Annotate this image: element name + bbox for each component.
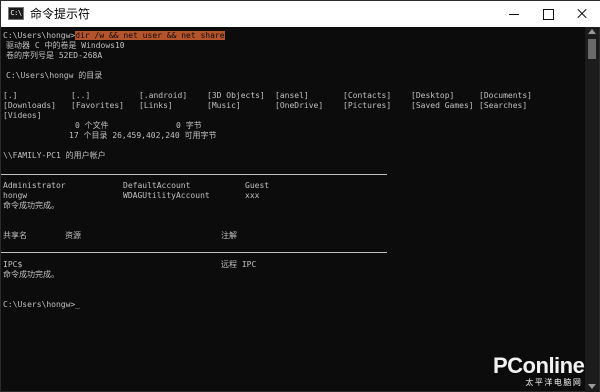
- title-bar[interactable]: C:\ 命令提示符: [1, 1, 600, 27]
- share-header-name: 共享名: [3, 231, 27, 240]
- directory-entry: [3D Objects]: [207, 91, 265, 100]
- maximize-button[interactable]: [531, 1, 565, 27]
- share-name: IPC$: [3, 260, 23, 269]
- user-accounts-header: \\FAMILY-PC1 的用户帐户: [3, 151, 106, 160]
- console-output[interactable]: C:\Users\hongw>dir /w && net user && net…: [1, 27, 583, 392]
- directory-header: C:\Users\hongw 的目录: [6, 71, 103, 80]
- selected-command: dir /w && net user && net share: [75, 31, 225, 40]
- divider: [1, 174, 387, 175]
- user-account: Administrator: [3, 181, 66, 190]
- window-title: 命令提示符: [30, 7, 91, 21]
- vertical-scrollbar[interactable]: [585, 27, 599, 392]
- directory-entry: [Desktop]: [411, 91, 455, 100]
- watermark-brand: PConline: [493, 353, 585, 378]
- command-line: C:\Users\hongw>dir /w && net user && net…: [3, 31, 225, 41]
- user-account: DefaultAccount: [123, 181, 191, 190]
- user-account: xxx: [245, 191, 260, 200]
- directory-entry: [..]: [71, 91, 91, 100]
- share-header-remark: 注解: [221, 231, 237, 240]
- directory-entry: [Pictures]: [343, 101, 392, 110]
- directory-entry: [Downloads]: [3, 101, 56, 110]
- divider: [1, 252, 387, 253]
- volume-line: 驱动器 C 中的卷是 Windows10: [6, 41, 125, 50]
- directory-entry: [OneDrive]: [275, 101, 324, 110]
- final-prompt: C:\Users\hongw>_: [3, 300, 81, 309]
- minimize-button[interactable]: [497, 1, 531, 27]
- user-account: WDAGUtilityAccount: [123, 191, 210, 200]
- success-message: 命令成功完成。: [3, 201, 59, 210]
- directory-entry: [ansel]: [275, 91, 309, 100]
- directory-entry: [Searches]: [479, 101, 528, 110]
- directory-entry: [.]: [3, 91, 18, 100]
- share-header-resource: 资源: [65, 231, 81, 240]
- directory-entry: [Videos]: [3, 111, 42, 120]
- prompt: C:\Users\hongw>: [3, 31, 76, 40]
- files-summary: 0 个文件 0 字节: [75, 121, 202, 130]
- dirs-summary: 17 个目录 26,459,402,240 可用字节: [69, 131, 217, 140]
- user-account: hongw: [3, 191, 28, 200]
- directory-entry: [Favorites]: [71, 101, 124, 110]
- command-prompt-window: C:\ 命令提示符 C:\Users\hongw>dir /w && net u…: [0, 0, 600, 392]
- serial-line: 卷的序列号是 52ED-268A: [6, 51, 103, 60]
- watermark-subtitle: 太平洋电脑网: [525, 378, 583, 387]
- directory-entry: [Contacts]: [343, 91, 392, 100]
- directory-entry: [Saved Games]: [411, 101, 474, 110]
- directory-entry: [Documents]: [479, 91, 532, 100]
- scroll-down-arrow-icon[interactable]: [588, 384, 596, 389]
- console-app-icon[interactable]: C:\: [8, 7, 24, 20]
- scroll-thumb[interactable]: [588, 39, 596, 59]
- directory-entry: [Music]: [207, 101, 241, 110]
- directory-entry: [.android]: [139, 91, 188, 100]
- directory-entry: [Links]: [139, 101, 173, 110]
- close-button[interactable]: [565, 1, 599, 27]
- share-remark: 远程 IPC: [221, 260, 257, 269]
- pconline-watermark-logo: PConline 太平洋电脑网: [493, 353, 585, 388]
- success-message: 命令成功完成。: [3, 270, 59, 279]
- scroll-up-arrow-icon[interactable]: [588, 29, 596, 34]
- user-account: Guest: [245, 181, 270, 190]
